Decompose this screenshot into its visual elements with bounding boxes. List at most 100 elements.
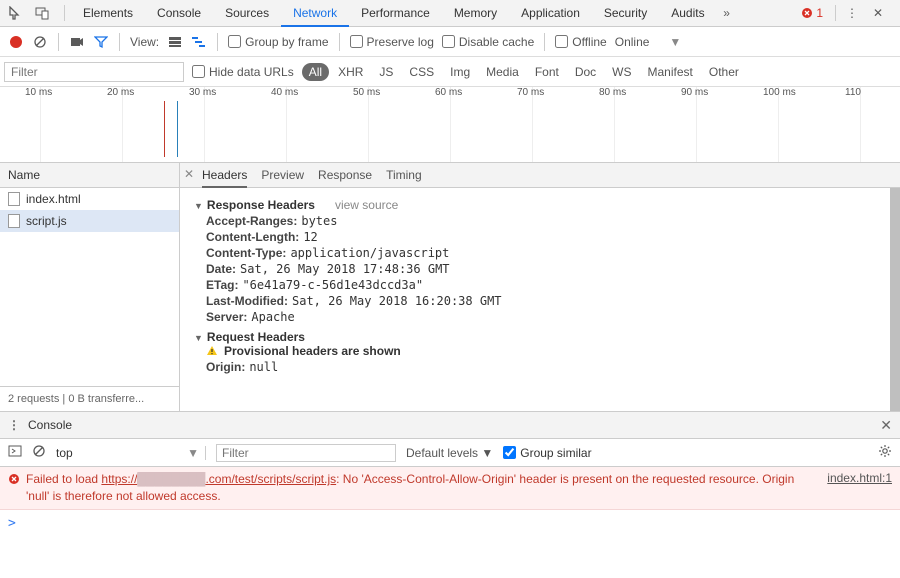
header-row: Origin:null (206, 360, 886, 374)
view-source-link[interactable]: view source (335, 198, 398, 212)
request-headers-section[interactable]: Request Headers (194, 330, 305, 344)
group-by-frame-checkbox[interactable]: Group by frame (228, 35, 328, 49)
console-settings-icon[interactable] (878, 444, 892, 461)
network-main: Name index.htmlscript.js 2 requests | 0 … (0, 163, 900, 412)
file-icon (8, 214, 20, 228)
devtools-tab-bar: ElementsConsoleSourcesNetworkPerformance… (0, 0, 900, 27)
record-button[interactable] (8, 34, 24, 50)
console-title: Console (28, 418, 72, 432)
filter-doc[interactable]: Doc (568, 63, 603, 81)
view-label: View: (130, 35, 159, 49)
column-header-name[interactable]: Name (0, 163, 179, 188)
tab-sources[interactable]: Sources (213, 0, 281, 27)
drawer-menu-icon[interactable]: ⋮ (8, 418, 20, 432)
filter-xhr[interactable]: XHR (331, 63, 370, 81)
clear-console-icon[interactable] (32, 444, 46, 461)
detail-tab-bar: ✕ Headers Preview Response Timing (180, 163, 900, 188)
timeline-tick: 30 ms (204, 87, 234, 162)
tab-memory[interactable]: Memory (442, 0, 509, 27)
throttle-select[interactable]: Online (615, 35, 650, 49)
camera-icon[interactable] (69, 34, 85, 50)
timeline-tick: 70 ms (532, 87, 562, 162)
timeline-selection[interactable] (164, 101, 178, 157)
error-badge[interactable]: 1 (801, 6, 823, 20)
request-row[interactable]: script.js (0, 210, 179, 232)
filter-font[interactable]: Font (528, 63, 566, 81)
response-headers-section[interactable]: Response Headersview source (194, 198, 398, 212)
filter-other[interactable]: Other (702, 63, 746, 81)
clear-icon[interactable] (32, 34, 48, 50)
close-devtools-icon[interactable]: ✕ (868, 3, 888, 23)
timeline-tick: 20 ms (122, 87, 152, 162)
kebab-menu-icon[interactable]: ⋮ (842, 3, 862, 23)
waterfall-view-icon[interactable] (191, 34, 207, 50)
offline-checkbox[interactable]: Offline (555, 35, 606, 49)
hide-data-urls-checkbox[interactable]: Hide data URLs (192, 65, 294, 79)
timeline-tick: 50 ms (368, 87, 398, 162)
filter-css[interactable]: CSS (402, 63, 441, 81)
tab-performance[interactable]: Performance (349, 0, 442, 27)
header-row: Accept-Ranges:bytes (206, 214, 886, 228)
dropdown-caret-icon[interactable]: ▼ (669, 35, 681, 49)
close-drawer-icon[interactable]: ✕ (880, 417, 892, 434)
header-row: Date:Sat, 26 May 2018 17:48:36 GMT (206, 262, 886, 276)
header-row: Content-Type:application/javascript (206, 246, 886, 260)
log-level-select[interactable]: Default levels ▼ (406, 446, 493, 460)
filter-media[interactable]: Media (479, 63, 526, 81)
scrollbar[interactable] (890, 188, 900, 411)
tab-console[interactable]: Console (145, 0, 213, 27)
filter-all[interactable]: All (302, 63, 329, 81)
detail-tab-headers[interactable]: Headers (202, 163, 247, 188)
context-select[interactable]: top (56, 446, 73, 460)
tab-security[interactable]: Security (592, 0, 659, 27)
error-count-text: 1 (816, 6, 823, 20)
timeline-overview[interactable]: 10 ms20 ms30 ms40 ms50 ms60 ms70 ms80 ms… (0, 87, 900, 163)
large-rows-icon[interactable] (167, 34, 183, 50)
tab-network[interactable]: Network (281, 0, 349, 27)
tab-elements[interactable]: Elements (71, 0, 145, 27)
console-prompt[interactable]: > (0, 512, 900, 535)
header-row: ETag:"6e41a79-c-56d1e43dccd3a" (206, 278, 886, 292)
filter-toggle-icon[interactable] (93, 34, 109, 50)
tab-application[interactable]: Application (509, 0, 592, 27)
timeline-tick: 110 (860, 87, 879, 162)
header-row: Last-Modified:Sat, 26 May 2018 16:20:38 … (206, 294, 886, 308)
more-tabs-icon[interactable]: » (717, 3, 737, 23)
timeline-tick: 80 ms (614, 87, 644, 162)
request-row[interactable]: index.html (0, 188, 179, 210)
error-icon (8, 473, 20, 485)
group-similar-checkbox[interactable]: Group similar (503, 446, 591, 460)
headers-panel: Response Headersview source Accept-Range… (180, 188, 900, 411)
request-status-bar: 2 requests | 0 B transferre... (0, 386, 179, 411)
console-filter-input[interactable] (216, 444, 396, 462)
request-detail-panel: ✕ Headers Preview Response Timing Response … (180, 163, 900, 411)
error-url-link[interactable]: https://████████.com/test/scripts/script… (101, 472, 336, 486)
disable-cache-checkbox[interactable]: Disable cache (442, 35, 534, 49)
timeline-tick: 90 ms (696, 87, 726, 162)
console-toolbar: top ▼ Default levels ▼ Group similar (0, 439, 900, 467)
close-detail-icon[interactable]: ✕ (184, 167, 194, 181)
separator (835, 5, 836, 21)
inspect-icon[interactable] (6, 3, 26, 23)
separator (64, 5, 65, 21)
dropdown-caret-icon[interactable]: ▼ (187, 446, 199, 460)
network-toolbar: View: Group by frame Preserve log Disabl… (0, 27, 900, 57)
filter-input[interactable] (4, 62, 184, 82)
execute-icon[interactable] (8, 445, 22, 460)
preserve-log-checkbox[interactable]: Preserve log (350, 35, 434, 49)
detail-tab-timing[interactable]: Timing (386, 163, 422, 188)
timeline-tick: 10 ms (40, 87, 70, 162)
detail-tab-preview[interactable]: Preview (261, 163, 304, 188)
tab-audits[interactable]: Audits (659, 0, 716, 27)
provisional-warning: Provisional headers are shown (206, 344, 886, 358)
error-source-link[interactable]: index.html:1 (827, 471, 892, 485)
device-toggle-icon[interactable] (32, 3, 52, 23)
filter-img[interactable]: Img (443, 63, 477, 81)
filter-ws[interactable]: WS (605, 63, 638, 81)
filter-js[interactable]: JS (372, 63, 400, 81)
console-messages: Failed to load https://████████.com/test… (0, 467, 900, 512)
request-list: Name index.htmlscript.js 2 requests | 0 … (0, 163, 180, 411)
filter-manifest[interactable]: Manifest (641, 63, 700, 81)
console-error-row[interactable]: Failed to load https://████████.com/test… (0, 467, 900, 510)
detail-tab-response[interactable]: Response (318, 163, 372, 188)
